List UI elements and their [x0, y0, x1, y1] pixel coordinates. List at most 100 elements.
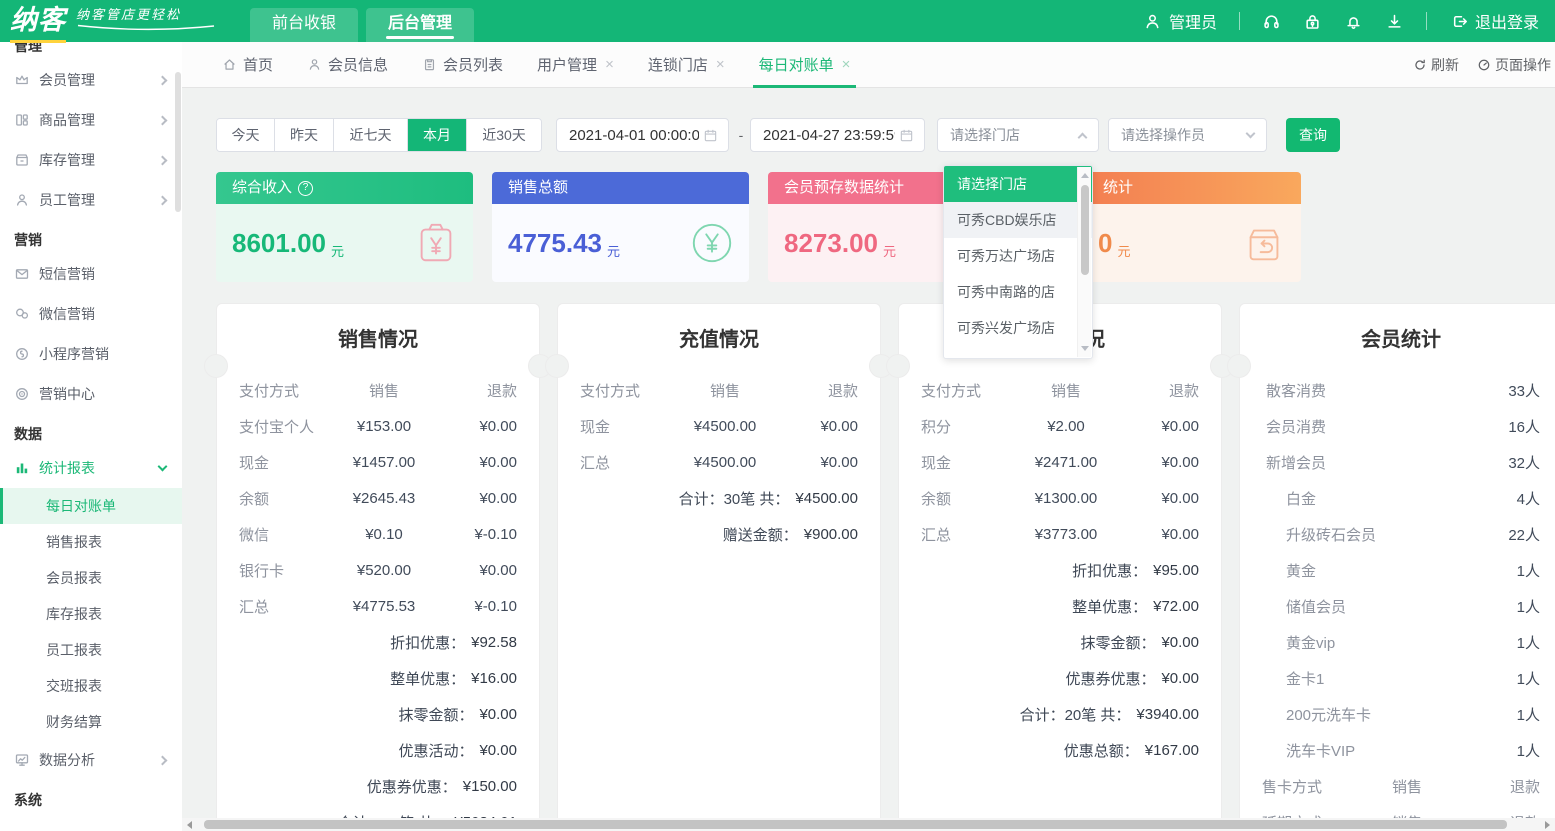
scroll-right-icon[interactable] [1545, 821, 1550, 829]
sidebar-item-wechat-marketing[interactable]: 微信营销 [0, 294, 182, 334]
header-method: 售卡方式 [1262, 776, 1354, 797]
store-select[interactable]: 请选择门店 [937, 118, 1099, 152]
dropdown-option-placeholder[interactable]: 请选择门店 [944, 166, 1092, 202]
sidebar-subitem-inventory-report[interactable]: 库存报表 [0, 596, 182, 632]
logout-label: 退出登录 [1475, 9, 1539, 33]
sidebar-item-member-mgmt[interactable]: 会员管理 [0, 60, 182, 100]
member-row: 升级砖石会员22人 [1240, 516, 1555, 552]
member-row: 储值会员1人 [1240, 588, 1555, 624]
logout-button[interactable]: 退出登录 [1449, 9, 1539, 33]
current-user[interactable]: 管理员 [1143, 9, 1217, 33]
backend-manage-button[interactable]: 后台管理 [366, 8, 474, 42]
dropdown-option-wanda[interactable]: 可秀万达广场店 [944, 238, 1092, 274]
sidebar-item-sms-marketing[interactable]: 短信营销 [0, 254, 182, 294]
refund-cell: ¥0.00 [437, 418, 517, 435]
recharge-panel: 充值情况 支付方式 销售 退款 现金¥4500.00¥0.00 汇总¥4500.… [557, 303, 881, 831]
front-cashier-button[interactable]: 前台收银 [250, 8, 358, 42]
close-icon[interactable]: × [842, 56, 851, 73]
sidebar-item-label: 库存管理 [39, 150, 159, 170]
tab-bar: 首页 会员信息 会员列表 用户管理 × 连锁门店 × 每日对账单 × 刷新 [182, 42, 1555, 88]
table-row: 现金¥1457.00¥0.00 [217, 444, 539, 480]
refund-cell: ¥0.00 [1119, 418, 1199, 435]
method-cell: 汇总 [580, 452, 672, 473]
close-icon[interactable]: × [605, 56, 614, 73]
member-label: 黄金vip [1286, 632, 1335, 653]
sidebar-subitem-sales-report[interactable]: 销售报表 [0, 524, 182, 560]
summary-row: 优惠活动：¥0.00 [217, 732, 539, 768]
recharge-panel-title: 充值情况 [558, 326, 880, 354]
sidebar-item-label: 商品管理 [39, 110, 159, 130]
dropdown-option-zhongnan[interactable]: 可秀中南路的店 [944, 274, 1092, 310]
headset-icon[interactable] [1262, 12, 1281, 31]
query-button[interactable]: 查询 [1286, 118, 1340, 152]
bell-icon[interactable] [1344, 12, 1363, 31]
start-date-input[interactable] [569, 127, 699, 144]
end-date-field[interactable] [750, 118, 925, 152]
dropdown-scrollbar[interactable] [1077, 167, 1091, 357]
download-icon[interactable] [1385, 12, 1404, 31]
range-today-button[interactable]: 今天 [217, 119, 275, 151]
sale-cell: ¥1457.00 [331, 454, 437, 471]
scrollbar-thumb[interactable] [204, 820, 1507, 829]
summary-row: 赠送金额：¥900.00 [558, 516, 880, 552]
prestore-value: 8273.00 [784, 228, 878, 259]
sidebar-item-marketing-center[interactable]: 营销中心 [0, 374, 182, 414]
tab-home[interactable]: 首页 [222, 42, 273, 88]
sidebar-subitem-member-report[interactable]: 会员报表 [0, 560, 182, 596]
end-date-input[interactable] [763, 127, 895, 144]
range-30days-button[interactable]: 近30天 [467, 119, 541, 151]
page-operations-button[interactable]: 页面操作 [1477, 55, 1551, 75]
sidebar-subitem-daily-statement[interactable]: 每日对账单 [0, 488, 182, 524]
sidebar-item-miniprogram-marketing[interactable]: 小程序营销 [0, 334, 182, 374]
range-yesterday-button[interactable]: 昨天 [275, 119, 334, 151]
tab-daily-statement[interactable]: 每日对账单 × [759, 42, 851, 88]
sidebar-subitem-finance-report[interactable]: 财务结算 [0, 704, 182, 740]
dropdown-option-xingfa[interactable]: 可秀兴发广场店 [944, 310, 1092, 346]
operator-select[interactable]: 请选择操作员 [1108, 118, 1267, 152]
tab-chain-stores[interactable]: 连锁门店 × [648, 42, 725, 88]
member-row: 黄金vip1人 [1240, 624, 1555, 660]
sidebar-item-data-analysis[interactable]: 数据分析 [0, 740, 182, 780]
scrollbar-thumb[interactable] [1081, 185, 1089, 275]
tab-member-info[interactable]: 会员信息 [307, 42, 388, 88]
refund-cell: ¥0.00 [1119, 490, 1199, 507]
tab-member-list[interactable]: 会员列表 [422, 42, 503, 88]
sidebar-item-inventory-mgmt[interactable]: 库存管理 [0, 140, 182, 180]
sidebar-item-goods-mgmt[interactable]: 商品管理 [0, 100, 182, 140]
sidebar-item-staff-mgmt[interactable]: 员工管理 [0, 180, 182, 220]
start-date-field[interactable] [556, 118, 729, 152]
range-7days-button[interactable]: 近七天 [334, 119, 408, 151]
sidebar-item-report[interactable]: 统计报表 [0, 448, 182, 488]
tab-user-mgmt[interactable]: 用户管理 × [537, 42, 614, 88]
bar-chart-icon [14, 460, 30, 476]
scroll-left-icon[interactable] [187, 821, 192, 829]
header-sale: 销售 [1354, 776, 1460, 797]
income-card-title: 综合收入 [232, 172, 292, 204]
scroll-down-icon[interactable] [1081, 346, 1089, 351]
table-row: 积分¥2.00¥0.00 [899, 408, 1221, 444]
help-icon[interactable]: ? [298, 181, 313, 196]
quick-range-group: 今天 昨天 近七天 本月 近30天 [216, 118, 542, 152]
method-cell: 现金 [921, 452, 1013, 473]
member-value: 1人 [1517, 596, 1540, 617]
sale-cell: ¥2471.00 [1013, 454, 1119, 471]
member-label: 新增会员 [1266, 452, 1326, 473]
summary-label: 折扣优惠： [1072, 560, 1147, 581]
member-value: 1人 [1517, 704, 1540, 725]
scroll-up-icon[interactable] [1081, 173, 1089, 178]
sales-panel: 销售情况 支付方式 销售 退款 支付宝个人¥153.00¥0.00 现金¥145… [216, 303, 540, 831]
sidebar-subitem-staff-report[interactable]: 员工报表 [0, 632, 182, 668]
app-logo: 纳客 [10, 0, 66, 43]
lock-icon[interactable] [1303, 12, 1322, 31]
horizontal-scrollbar[interactable] [182, 818, 1555, 831]
summary-label: 整单优惠： [1072, 596, 1147, 617]
member-value: 22人 [1508, 524, 1540, 545]
range-month-button[interactable]: 本月 [408, 119, 467, 151]
sidebar-scrollbar[interactable] [175, 72, 181, 212]
summary-label: 优惠券优惠： [1065, 668, 1155, 689]
header-refund: 退款 [778, 380, 858, 401]
sidebar-subitem-shift-report[interactable]: 交班报表 [0, 668, 182, 704]
close-icon[interactable]: × [716, 56, 725, 73]
dropdown-option-cbd[interactable]: 可秀CBD娱乐店 [944, 202, 1092, 238]
refresh-button[interactable]: 刷新 [1413, 55, 1459, 75]
